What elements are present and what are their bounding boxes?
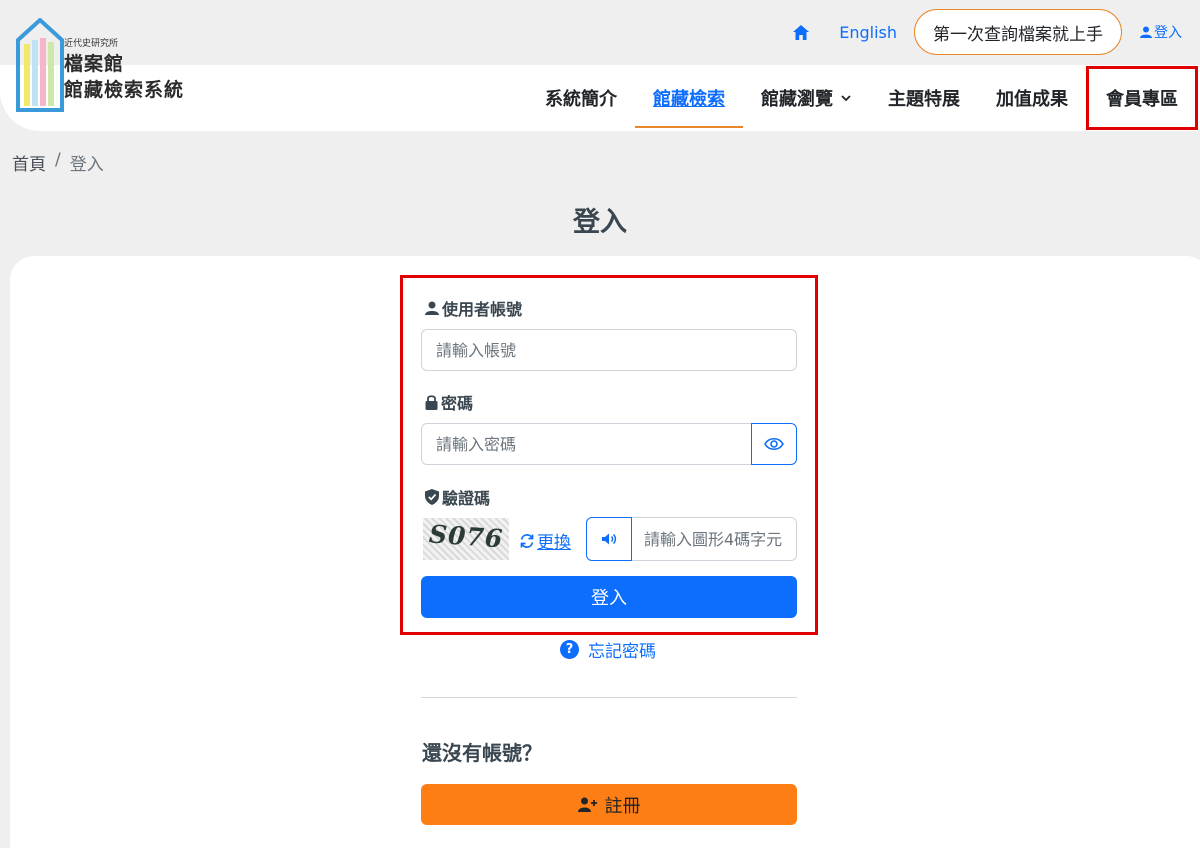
refresh-icon [520,533,534,548]
password-label-text: 密碼 [441,394,474,413]
page-title: 登入 [573,207,627,238]
eye-icon [764,437,784,451]
captcha-row: S076 更換 [421,517,797,561]
captcha-image: S076 [423,518,509,560]
top-links: English 第一次查詢檔案就上手 登入 [791,9,1182,55]
archive-building-logo-icon [16,18,64,112]
nav-item-results[interactable]: 加值成果 [978,68,1086,128]
username-label-text: 使用者帳號 [442,300,523,319]
user-icon [425,301,439,315]
lock-icon [425,395,438,410]
shield-check-icon [425,489,439,505]
password-input[interactable] [421,423,752,465]
home-icon[interactable] [791,22,811,42]
forgot-password-label: 忘記密碼 [588,642,656,662]
nav-item-about[interactable]: 系統簡介 [527,68,635,128]
captcha-image-text: S076 [428,519,505,554]
logo-title-line1: 檔案館 [64,53,125,75]
toggle-password-button[interactable] [751,423,797,465]
captcha-label-text: 驗證碼 [442,489,491,508]
refresh-captcha-link[interactable]: 更換 [519,528,571,553]
user-plus-icon [577,797,597,812]
breadcrumb-separator: / [55,150,61,170]
logo-title-line2: 館藏檢索系統 [64,79,185,101]
breadcrumb-home[interactable]: 首頁 [12,150,46,175]
username-input[interactable] [421,329,797,371]
divider [421,697,797,698]
question-circle-icon: ? [560,640,579,659]
guide-button[interactable]: 第一次查詢檔案就上手 [914,9,1122,55]
login-link-label: 登入 [1154,25,1182,41]
nav-item-search[interactable]: 館藏檢索 [635,68,743,128]
chevron-down-icon [841,95,851,102]
nav-item-browse-label: 館藏瀏覽 [761,89,833,110]
username-label: 使用者帳號 [425,296,522,320]
login-link[interactable]: 登入 [1140,22,1182,42]
captcha-input[interactable] [632,517,797,561]
breadcrumb: 首頁 / 登入 [12,150,104,175]
register-button-label: 註冊 [604,795,641,817]
site-logo[interactable]: 近代史研究所 檔案館 館藏檢索系統 [16,18,196,112]
login-form: 使用者帳號 密碼 驗證碼 S076 更換 登入 [400,275,818,635]
user-icon [1140,26,1152,38]
org-name: 近代史研究所 [64,39,119,49]
english-link[interactable]: English [839,23,897,42]
speaker-icon [602,533,617,545]
breadcrumb-current: 登入 [69,155,104,175]
refresh-captcha-label: 更換 [537,533,571,553]
nav-item-exhibition[interactable]: 主題特展 [870,68,978,128]
nav-item-member[interactable]: 會員專區 [1086,66,1198,130]
captcha-label: 驗證碼 [425,485,490,509]
register-button[interactable]: 註冊 [421,784,797,825]
password-group [421,423,797,465]
forgot-password-link[interactable]: ? 忘記密碼 [560,637,656,662]
nav-item-browse[interactable]: 館藏瀏覽 [743,68,870,128]
login-submit-button[interactable]: 登入 [421,576,797,618]
password-label: 密碼 [425,390,473,414]
captcha-audio-button[interactable] [586,517,632,561]
no-account-prompt: 還沒有帳號？ [422,741,542,765]
